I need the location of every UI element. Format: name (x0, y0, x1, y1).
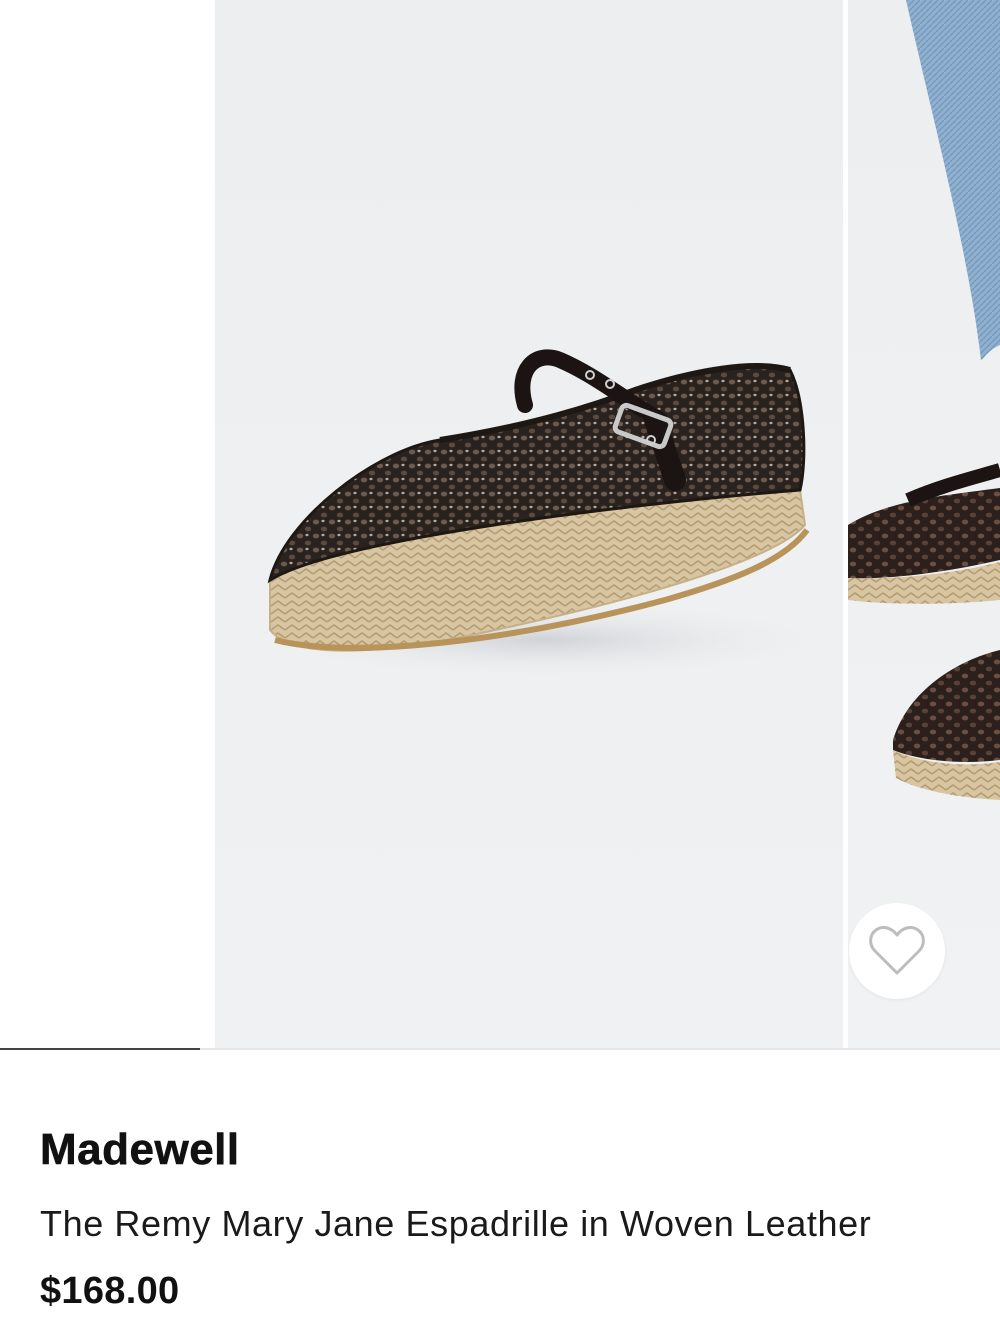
wishlist-button[interactable] (849, 903, 945, 999)
product-image-main[interactable] (215, 0, 843, 1050)
carousel-progress (0, 1048, 1000, 1050)
model-illustration (848, 0, 1000, 800)
product-info: Madewell The Remy Mary Jane Espadrille i… (40, 1120, 960, 1316)
product-price: $168.00 (40, 1270, 180, 1312)
product-name: The Remy Mary Jane Espadrille in Woven L… (40, 1203, 872, 1244)
shoe-illustration (245, 349, 843, 680)
product-image-model[interactable] (848, 0, 1000, 1050)
brand-name[interactable]: Madewell (40, 1120, 960, 1180)
product-page: Madewell The Remy Mary Jane Espadrille i… (0, 0, 1000, 1333)
carousel-progress-fill (0, 1048, 200, 1050)
image-carousel[interactable] (0, 0, 1000, 1050)
heart-outline-icon (869, 926, 925, 975)
